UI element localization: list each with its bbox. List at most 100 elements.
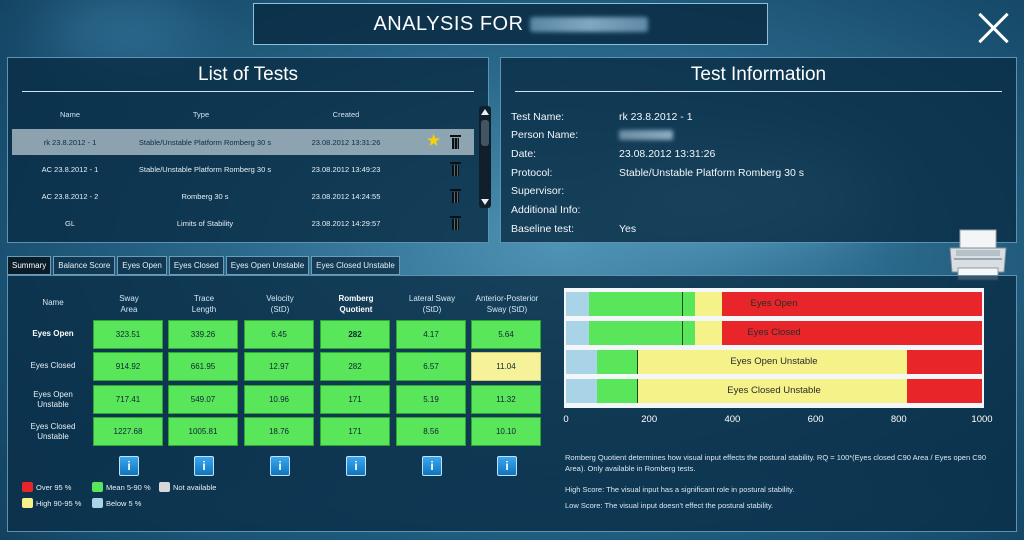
- summary-cell: 171: [320, 385, 390, 414]
- close-icon[interactable]: [976, 10, 1012, 46]
- chart-bar-segment: [682, 292, 695, 316]
- column-header-type: Type: [192, 110, 210, 119]
- chart-bar-segment: [597, 379, 637, 403]
- test-row[interactable]: rk 23.8.2012 - 1 Stable/Unstable Platform…: [12, 129, 474, 155]
- column-header-line: Romberg: [338, 294, 374, 303]
- legend-label: Below 5 %: [106, 499, 142, 508]
- info-button[interactable]: i: [270, 456, 290, 476]
- chart-tick-label: 1000: [971, 414, 993, 425]
- legend-label: Mean 5-90 %: [106, 483, 151, 492]
- chart-bar-label: Eyes Open: [750, 298, 798, 309]
- redacted-person-name: [529, 16, 648, 32]
- test-created: 23.08.2012 14:29:57: [311, 219, 381, 228]
- chart-bar-segment: [566, 350, 598, 374]
- summary-column-header: Romberg Quotient: [338, 293, 373, 315]
- summary-row-label: Eyes Open: [18, 329, 88, 339]
- chart-tick-label: 600: [807, 414, 824, 425]
- scroll-thumb[interactable]: [481, 120, 489, 146]
- chart-bar-segment: [907, 350, 982, 374]
- legend-swatch: [92, 498, 103, 508]
- row-label-line: Unstable: [37, 400, 69, 409]
- test-row[interactable]: AC 23.8.2012 - 2 Romberg 30 s 23.08.2012 1…: [12, 183, 474, 209]
- test-information-title: Test Information: [690, 64, 827, 85]
- test-row[interactable]: AC 23.8.2012 - 1 Stable/Unstable Platform…: [12, 156, 474, 182]
- summary-row-label: Eyes Closed: [18, 361, 88, 371]
- chart-bar-marker: [636, 379, 638, 403]
- chart-bar-segment: [566, 321, 589, 345]
- tab-eyes-closed-unstable[interactable]: Eyes Closed Unstable: [311, 256, 400, 275]
- info-button[interactable]: i: [422, 456, 442, 476]
- chart-tick-label: 800: [890, 414, 907, 425]
- info-button[interactable]: i: [346, 456, 366, 476]
- tab-bar: Summary Balance Score Eyes Open Eyes Closed…: [7, 256, 402, 275]
- info-label: Date:: [511, 148, 537, 160]
- scroll-down-arrow-icon[interactable]: [481, 199, 489, 205]
- summary-cell: 5.64: [471, 320, 541, 349]
- list-of-tests-panel: List of Tests Name Type Created rk 23.8.…: [7, 57, 491, 243]
- test-created: 23.08.2012 13:31:26: [311, 138, 381, 147]
- column-header-line: Lateral Sway: [408, 294, 456, 303]
- summary-cell: 282: [320, 320, 390, 349]
- column-header-line: Velocity: [266, 294, 294, 303]
- scroll-up-arrow-icon[interactable]: [481, 109, 489, 115]
- summary-cell: 914.92: [93, 352, 163, 381]
- tab-eyes-open-unstable[interactable]: Eyes Open Unstable: [225, 256, 310, 275]
- summary-cell: 8.56: [396, 417, 466, 446]
- summary-cell: 6.57: [396, 352, 466, 381]
- test-type: Stable/Unstable Platform Romberg 30 s: [138, 138, 272, 147]
- column-header-name: Name: [59, 110, 81, 119]
- legend-swatch: [159, 482, 170, 492]
- summary-cell: 5.19: [396, 385, 466, 414]
- summary-cell: 11.04: [471, 352, 541, 381]
- test-row[interactable]: GL Limits of Stability 23.08.2012 14:29:57: [12, 210, 474, 236]
- star-icon[interactable]: ★: [426, 132, 441, 149]
- test-created: 23.08.2012 13:49:23: [311, 165, 381, 174]
- summary-cell: 12.97: [244, 352, 314, 381]
- summary-cell: 4.17: [396, 320, 466, 349]
- info-button[interactable]: i: [119, 456, 139, 476]
- chart-bar-marker: [636, 350, 638, 374]
- row-label-line: Eyes Open: [33, 390, 73, 399]
- summary-column-header: Sway Area: [119, 293, 139, 315]
- trash-icon[interactable]: [450, 162, 461, 176]
- summary-row-label: Eyes Closed Unstable: [18, 422, 88, 442]
- percentile-chart: Eyes Open Eyes Closed Eyes Open Unstable Ey…: [563, 288, 993, 430]
- column-header-line: Sway (StD): [486, 305, 528, 314]
- chart-bar-segment: [682, 321, 695, 345]
- chart-bar-label: Eyes Closed: [747, 327, 801, 338]
- tab-summary[interactable]: Summary: [7, 256, 52, 275]
- summary-column-header: Lateral Sway (StD): [409, 293, 455, 315]
- info-label: Baseline test:: [511, 223, 575, 235]
- scrollbar[interactable]: [479, 106, 491, 208]
- trash-icon[interactable]: [450, 135, 461, 149]
- test-name: rk 23.8.2012 - 1: [43, 138, 97, 147]
- summary-cell: 282: [320, 352, 390, 381]
- summary-cell: 171: [320, 417, 390, 446]
- tab-balance-score[interactable]: Balance Score: [53, 256, 116, 275]
- summary-row-label: Eyes Open Unstable: [18, 390, 88, 410]
- chart-bar-segment: [566, 292, 589, 316]
- test-name: GL: [64, 219, 76, 228]
- trash-icon[interactable]: [450, 189, 461, 203]
- tab-eyes-closed[interactable]: Eyes Closed: [168, 256, 224, 275]
- tab-eyes-open[interactable]: Eyes Open: [117, 256, 167, 275]
- row-label-line: Eyes Closed: [30, 361, 76, 370]
- info-label: Person Name:: [511, 129, 579, 141]
- info-label: Supervisor:: [511, 185, 565, 197]
- summary-cell: 549.07: [168, 385, 238, 414]
- trash-icon[interactable]: [450, 216, 461, 230]
- romberg-note: Romberg Quotient determines how visual i…: [565, 453, 986, 473]
- column-header-line: Trace: [193, 294, 215, 303]
- chart-tick-label: 400: [724, 414, 741, 425]
- chart-bar-label: Eyes Open Unstable: [730, 356, 818, 367]
- test-name: AC 23.8.2012 - 1: [41, 165, 99, 174]
- summary-cell: 10.96: [244, 385, 314, 414]
- title-bar: ANALYSIS FOR: [253, 3, 768, 45]
- info-value: rk 23.8.2012 - 1: [619, 111, 693, 123]
- summary-cell: 11.32: [471, 385, 541, 414]
- summary-cell: 717.41: [93, 385, 163, 414]
- info-button[interactable]: i: [497, 456, 517, 476]
- info-label: Protocol:: [511, 167, 553, 179]
- info-button[interactable]: i: [194, 456, 214, 476]
- column-header-line: Anterior-Posterior: [475, 294, 539, 303]
